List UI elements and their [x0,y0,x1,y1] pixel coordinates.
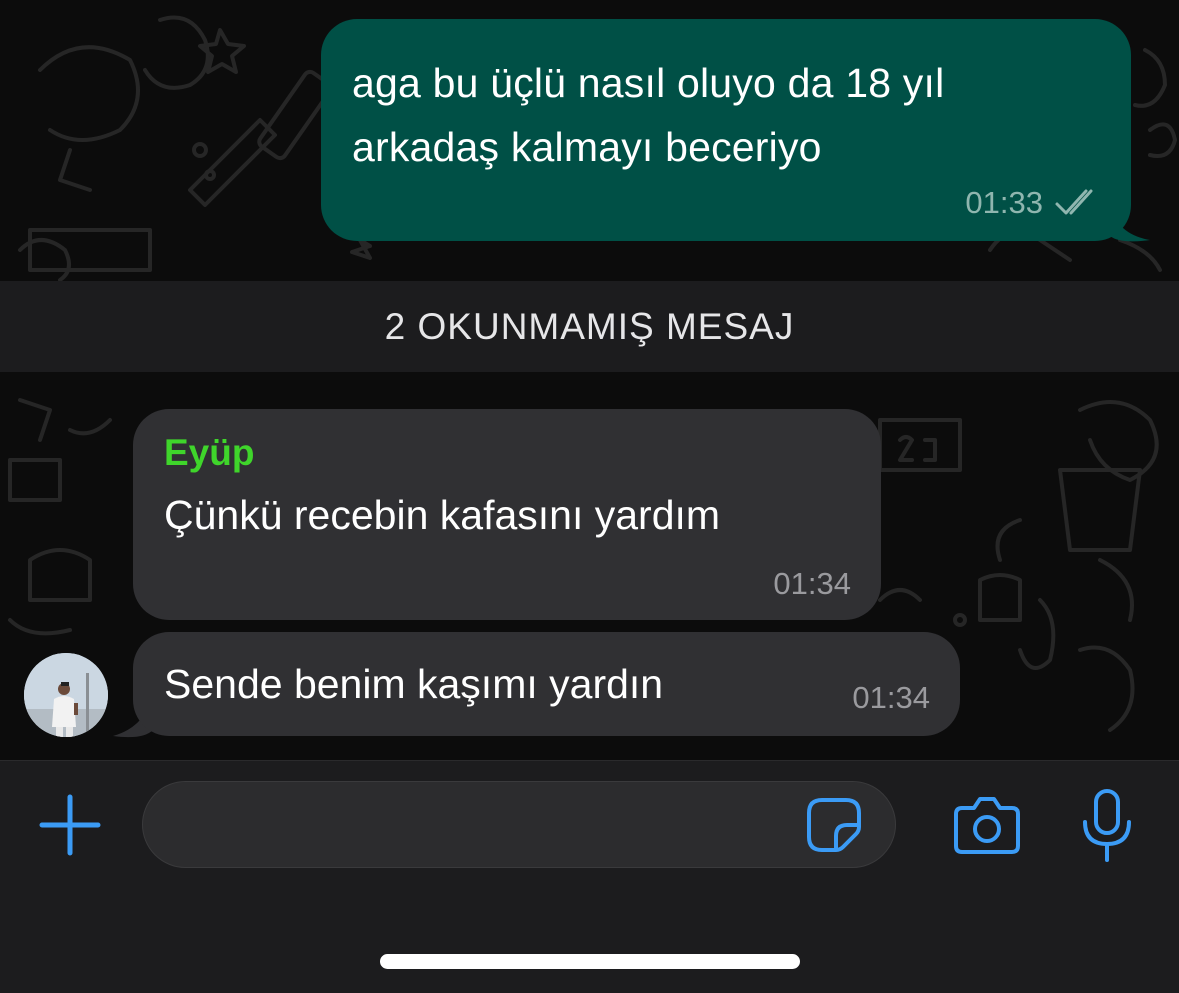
sender-name[interactable]: Eyüp [164,429,851,477]
outgoing-message-time: 01:33 [965,185,1043,220]
sticker-icon[interactable] [806,797,862,853]
incoming-message[interactable]: Sende benim kaşımı yardın 01:34 [133,632,960,736]
outgoing-message-meta: 01:33 [965,185,1101,221]
outgoing-message[interactable]: aga bu üçlü nasıl oluyo da 18 yıl arkada… [321,19,1131,241]
microphone-icon[interactable] [1079,788,1135,864]
message-input[interactable] [142,781,896,868]
outgoing-message-text: aga bu üçlü nasıl oluyo da 18 yıl arkada… [352,60,945,170]
incoming-message-text: Çünkü recebin kafasını yardım [164,492,721,538]
incoming-message[interactable]: Eyüp Çünkü recebin kafasını yardım 01:34 [133,409,881,620]
outgoing-bubble-tail [1110,202,1150,242]
chat-screen: aga bu üçlü nasıl oluyo da 18 yıl arkada… [0,0,1179,993]
double-check-icon [1055,189,1093,215]
incoming-message-time: 01:34 [852,680,930,715]
incoming-message-time: 01:34 [773,566,851,601]
sender-avatar[interactable] [24,653,108,737]
camera-icon[interactable] [952,794,1022,856]
plus-icon[interactable] [38,793,102,857]
home-indicator[interactable] [380,954,800,969]
avatar-photo [24,653,108,737]
incoming-message-text: Sende benim kaşımı yardın [164,661,664,707]
unread-messages-banner: 2 OKUNMAMIŞ MESAJ [0,281,1179,372]
